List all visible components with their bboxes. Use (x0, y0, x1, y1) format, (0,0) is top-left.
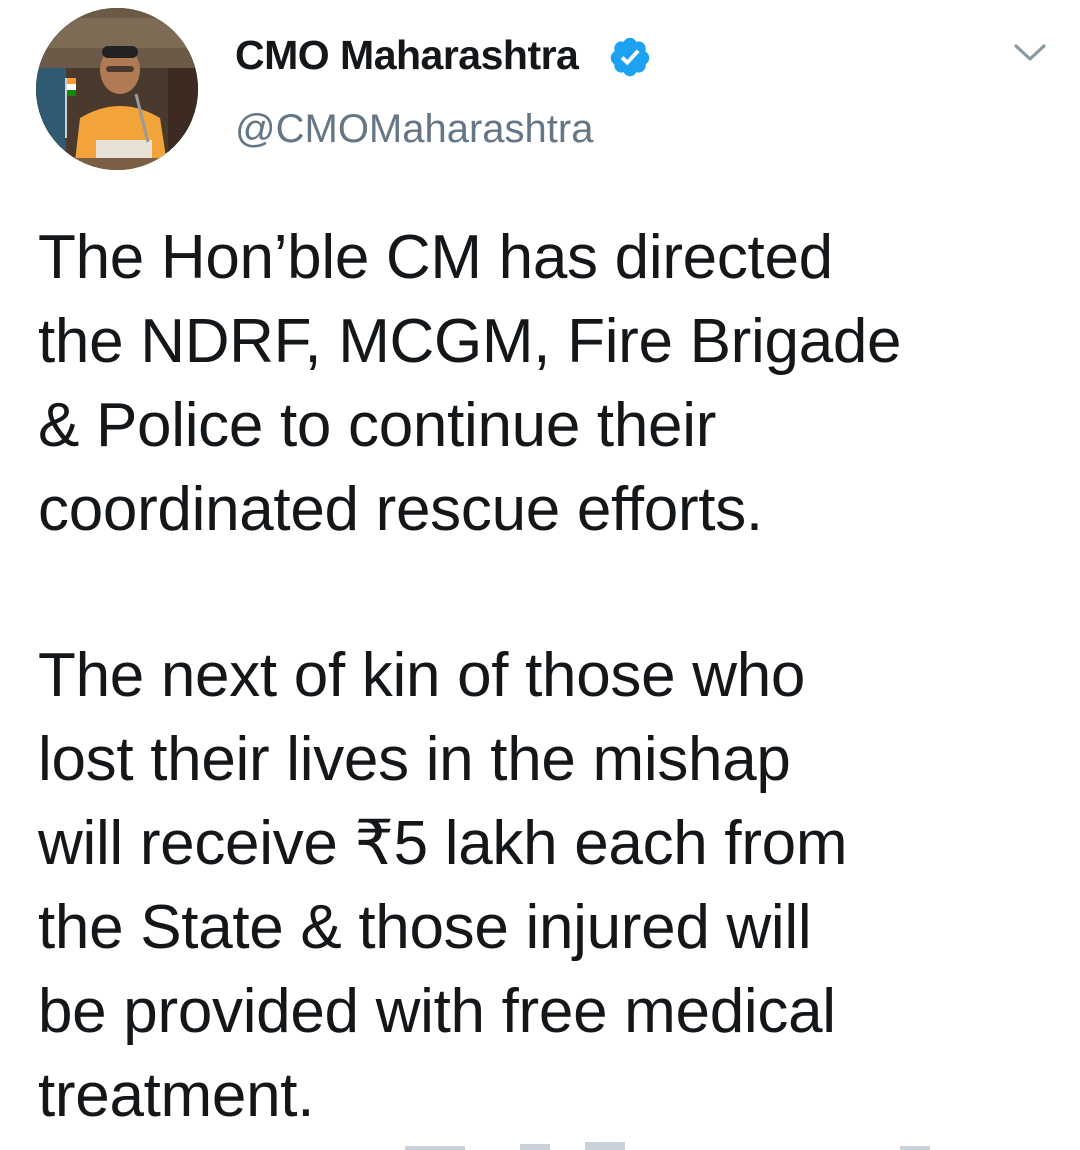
tweet-paragraph: The Hon’ble CM has directed the NDRF, MC… (38, 223, 902, 544)
verified-badge-icon (610, 37, 650, 77)
tweet-menu-button[interactable] (1002, 30, 1058, 80)
truncated-content (405, 1142, 930, 1150)
chevron-down-icon (1014, 44, 1046, 61)
tweet-paragraph: The next of kin of those who lost their … (38, 641, 848, 1130)
user-handle[interactable]: @CMOMaharashtra (235, 104, 593, 154)
display-name[interactable]: CMO Maharashtra (235, 30, 579, 80)
avatar[interactable] (36, 8, 198, 170)
tweet-card: CMO Maharashtra @CMOMaharashtra The Hon’… (0, 0, 1080, 1150)
avatar-photo (36, 8, 198, 170)
tweet-text: The Hon’ble CM has directed the NDRF, MC… (38, 216, 1048, 1138)
